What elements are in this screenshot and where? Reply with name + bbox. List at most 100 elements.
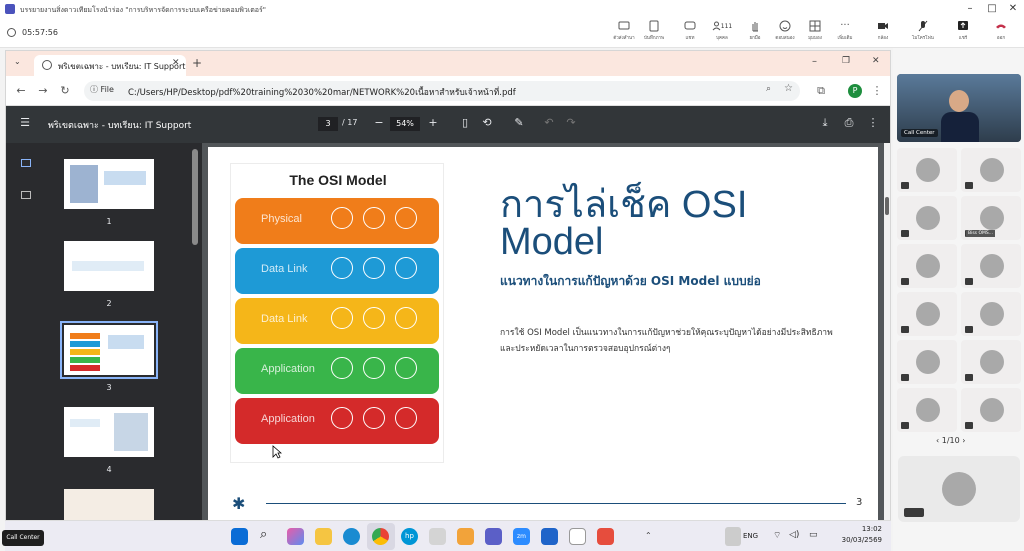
clock-date[interactable]: 30/03/2569 xyxy=(830,536,882,544)
participant-tile[interactable] xyxy=(961,340,1021,384)
react-button[interactable]: ตอบสนอง xyxy=(768,20,802,46)
app-icon[interactable] xyxy=(429,528,446,545)
more-button[interactable]: ··· เพิ่มเติม xyxy=(828,20,862,46)
participant-tile[interactable] xyxy=(961,148,1021,192)
browser-tab[interactable]: พริเขตเฉพาะ - บทเรียน: IT Support ✕ xyxy=(34,55,186,76)
battery-icon[interactable]: ▭ xyxy=(809,530,818,540)
zoom-input[interactable]: 54% xyxy=(390,117,420,131)
share-content-button[interactable]: ตัวส่งสำนา xyxy=(607,20,641,46)
page-scrollbar-thumb[interactable] xyxy=(885,197,889,215)
thumbnail-page-4[interactable] xyxy=(64,407,154,457)
slide-body-line2: และประหยัดเวลาในการตรวจสอบอุปกรณ์ต่างๆ xyxy=(500,344,671,354)
browser-menu-icon[interactable]: ⋮ xyxy=(870,84,884,97)
share-label: ตัวส่งสำนา xyxy=(613,36,635,41)
annotate-pen-icon[interactable]: ✎ xyxy=(512,116,526,129)
file-chip-label: File xyxy=(100,85,114,94)
mic-button[interactable]: ไมโครโฟน xyxy=(906,20,940,46)
raise-hand-button[interactable]: ยกมือ xyxy=(738,20,772,46)
pdf-app-icon[interactable] xyxy=(597,528,614,545)
extensions-icon[interactable]: ⧉ xyxy=(814,84,828,98)
thumbnail-page-1[interactable] xyxy=(64,159,154,209)
participant-tile[interactable] xyxy=(961,388,1021,432)
share-screen-button[interactable]: แชร์ xyxy=(946,20,980,46)
leave-button[interactable]: ออก xyxy=(984,20,1018,46)
camera-button[interactable]: กล้อง xyxy=(866,20,900,46)
new-tab-button[interactable]: + xyxy=(192,56,202,70)
edge-icon[interactable] xyxy=(343,528,360,545)
participant-tile[interactable] xyxy=(897,148,957,192)
self-video-tile[interactable] xyxy=(898,456,1020,522)
pdf-page: The OSI Model Physical Data Link Data Link… xyxy=(208,147,878,521)
thumbnail-page-2[interactable] xyxy=(64,241,154,291)
tab-close-icon[interactable]: ✕ xyxy=(172,58,180,68)
record-button[interactable]: บันทึกภาพ xyxy=(637,20,671,46)
thumbnails-view-icon[interactable] xyxy=(21,159,31,167)
page-number-input[interactable]: 3 xyxy=(318,117,338,131)
window-minimize-icon[interactable]: – xyxy=(812,56,817,67)
window-restore-icon[interactable]: ❐ xyxy=(842,56,850,66)
zoom-in-icon[interactable]: + xyxy=(426,116,440,129)
language-indicator[interactable]: ENG xyxy=(743,532,758,540)
hp-icon[interactable]: hp xyxy=(401,528,418,545)
thumbnail-scrollbar[interactable] xyxy=(192,149,198,245)
print-icon[interactable]: ⎙ xyxy=(842,116,856,130)
rotate-icon[interactable]: ⟲ xyxy=(480,116,494,129)
download-icon[interactable]: ⤓ xyxy=(818,116,832,130)
participant-tile[interactable] xyxy=(897,292,957,336)
copilot-icon[interactable] xyxy=(287,528,304,545)
people-button[interactable]: 111 บุคคล xyxy=(705,20,739,46)
redo-icon[interactable]: ↷ xyxy=(564,116,578,129)
fit-page-icon[interactable]: ▯ xyxy=(458,116,472,129)
pdf-more-icon[interactable]: ⋮ xyxy=(866,116,880,129)
zoom-search-icon[interactable]: ⌕ xyxy=(766,84,771,94)
minimize-button[interactable]: – xyxy=(963,3,977,15)
thumbnail-page-5[interactable] xyxy=(64,489,154,521)
notepad-icon[interactable] xyxy=(569,528,586,545)
search-icon[interactable]: ⌕ xyxy=(260,527,267,542)
maximize-button[interactable]: □ xyxy=(985,3,999,15)
participant-tile[interactable] xyxy=(897,196,957,240)
mouse-cursor-icon xyxy=(272,445,282,459)
bookmark-star-icon[interactable]: ☆ xyxy=(784,83,793,94)
zoom-out-icon[interactable]: − xyxy=(372,116,386,129)
url-omnibox[interactable]: ⓘ File C:/Users/HP/Desktop/pdf%20trainin… xyxy=(84,81,800,101)
participant-tile[interactable] xyxy=(897,388,957,432)
tray-chevron-icon[interactable]: ⌃ xyxy=(645,531,652,540)
pdf-menu-icon[interactable]: ☰ xyxy=(18,116,32,129)
mic-tray-icon[interactable] xyxy=(725,527,741,546)
window-close-icon[interactable]: ✕ xyxy=(872,56,880,66)
back-icon[interactable]: ← xyxy=(14,84,28,97)
participant-tile[interactable] xyxy=(897,244,957,288)
teams-icon[interactable] xyxy=(485,528,502,545)
wifi-icon[interactable]: ⌔ xyxy=(773,530,781,541)
camera-off-icon xyxy=(878,23,888,29)
pdf-viewport[interactable]: The OSI Model Physical Data Link Data Link… xyxy=(202,143,890,521)
meeting-shield-icon xyxy=(7,28,16,37)
participant-tile[interactable] xyxy=(897,340,957,384)
file-explorer-icon[interactable] xyxy=(315,528,332,545)
host-video-tile[interactable]: Call Center xyxy=(897,74,1021,142)
url-text[interactable]: C:/Users/HP/Desktop/pdf%20training%2030%… xyxy=(128,85,516,99)
chrome-icon[interactable] xyxy=(372,528,389,545)
word-icon[interactable] xyxy=(541,528,558,545)
view-button[interactable]: มุมมอง xyxy=(798,20,832,46)
zoom-icon[interactable]: zm xyxy=(513,528,530,545)
outline-view-icon[interactable] xyxy=(21,191,31,199)
reload-icon[interactable]: ↻ xyxy=(58,84,72,97)
participant-tile[interactable] xyxy=(961,292,1021,336)
forward-icon[interactable]: → xyxy=(36,84,50,97)
thumb-image xyxy=(70,165,98,203)
tab-search-chevron-icon[interactable]: ⌄ xyxy=(14,57,21,66)
volume-icon[interactable]: ◁) xyxy=(789,530,799,540)
start-windows-icon[interactable] xyxy=(231,528,248,545)
clock-time[interactable]: 13:02 xyxy=(842,525,882,533)
osi-layer-device-icon xyxy=(395,357,417,379)
mic-muted-icon xyxy=(965,422,973,429)
chat-button[interactable]: แชท xyxy=(673,20,707,46)
profile-avatar[interactable]: P xyxy=(848,84,862,98)
close-window-button[interactable]: ✕ xyxy=(1006,3,1020,15)
participant-pager[interactable]: ‹ 1/10 › xyxy=(936,436,965,445)
undo-icon[interactable]: ↶ xyxy=(542,116,556,129)
participant-tile[interactable] xyxy=(961,244,1021,288)
app-icon[interactable] xyxy=(457,528,474,545)
